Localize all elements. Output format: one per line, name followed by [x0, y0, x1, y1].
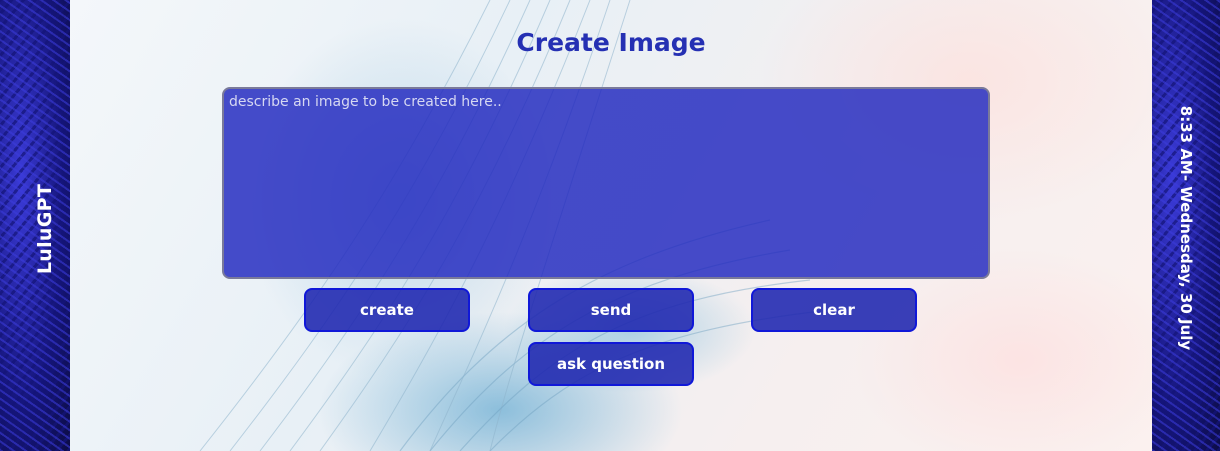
- send-button[interactable]: send: [528, 288, 694, 332]
- ask-question-button[interactable]: ask question: [528, 342, 694, 386]
- left-sidebar: LuluGPT: [0, 0, 70, 451]
- app-root: LuluGPT Create Image create: [0, 0, 1220, 451]
- right-sidebar: 8:33 AM- Wednesday, 30 July: [1152, 0, 1220, 451]
- image-prompt-input[interactable]: [222, 87, 990, 279]
- page-title: Create Image: [516, 28, 706, 57]
- datetime-display: 8:33 AM- Wednesday, 30 July: [1177, 105, 1195, 351]
- create-button[interactable]: create: [304, 288, 470, 332]
- app-brand: LuluGPT: [34, 183, 56, 275]
- main-panel: Create Image create send clear ask quest…: [70, 0, 1152, 451]
- clear-button[interactable]: clear: [751, 288, 917, 332]
